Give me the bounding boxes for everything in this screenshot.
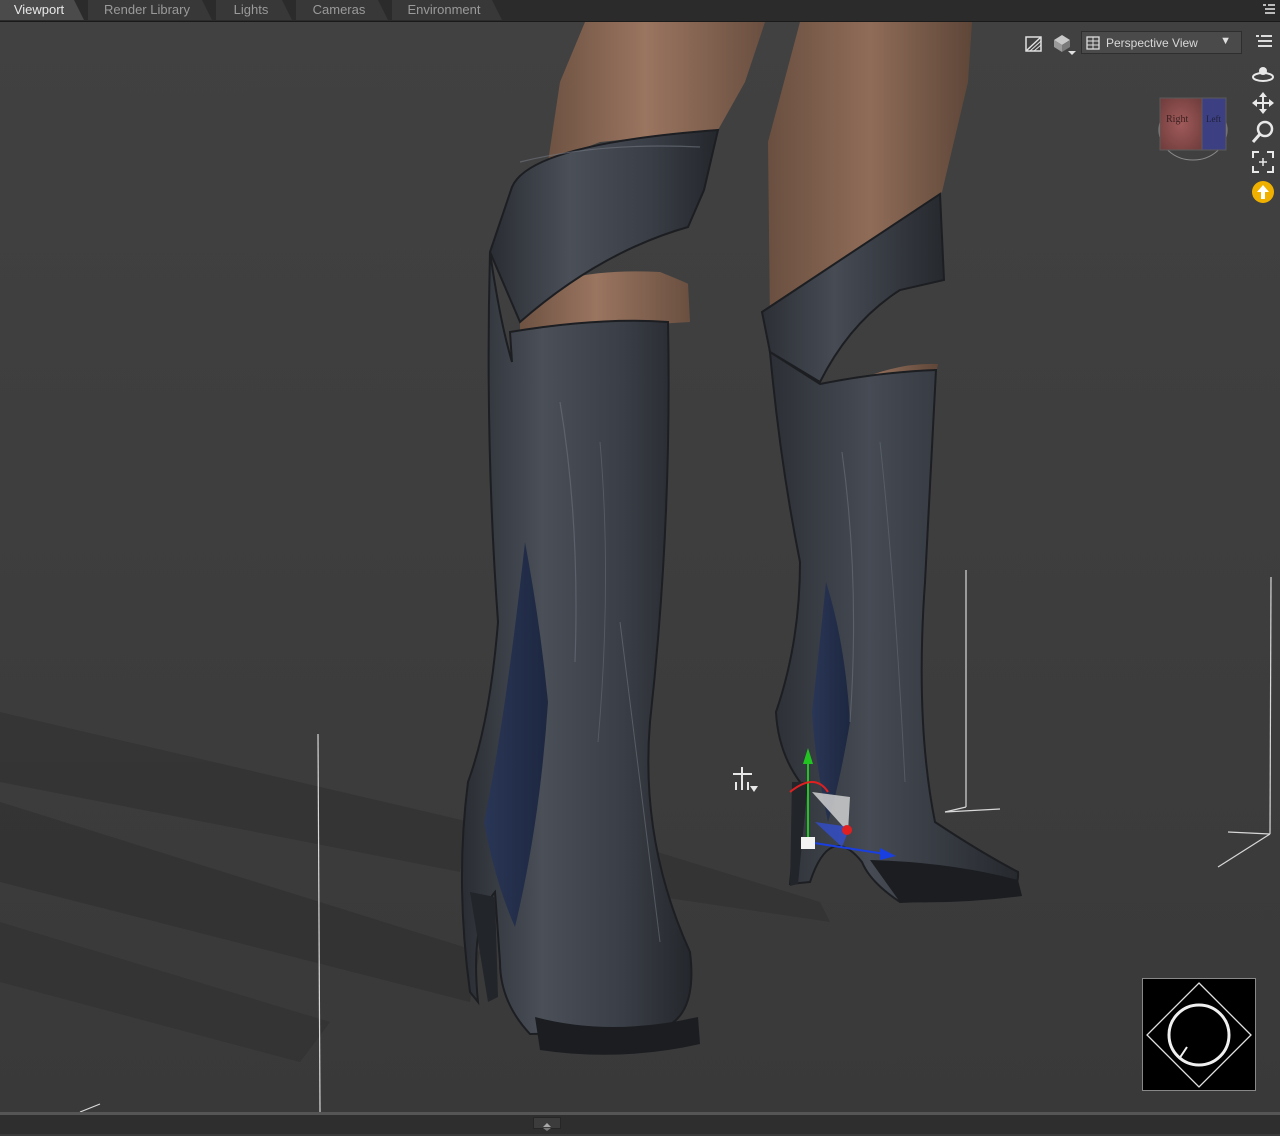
aux-viewport-preview[interactable] (1142, 978, 1256, 1091)
tab-cameras[interactable]: Cameras (296, 0, 388, 20)
viewport-menu-icon[interactable] (1254, 32, 1274, 52)
tab-cameras-label: Cameras (312, 2, 366, 17)
left-boot (460, 128, 720, 1055)
view-selector-value: Perspective View (1106, 36, 1198, 50)
grid-view-icon (1086, 36, 1100, 50)
display-options-icon[interactable] (1050, 30, 1078, 56)
tab-render-library[interactable]: Render Library (88, 0, 212, 20)
tab-environment-label: Environment (407, 2, 481, 17)
expand-arrows-icon (543, 1123, 551, 1131)
3d-viewport[interactable]: Perspective View ▼ Right Left (0, 22, 1280, 1112)
view-cube[interactable]: Right Left (1156, 94, 1230, 166)
view-selector-dropdown[interactable]: Perspective View ▼ (1081, 31, 1242, 54)
tab-environment[interactable]: Environment (392, 0, 502, 20)
aux-viewport-canvas (1146, 982, 1252, 1088)
tab-render-library-label: Render Library (104, 2, 190, 17)
viewport-scene (0, 22, 1272, 1112)
tab-lights[interactable]: Lights (216, 0, 292, 20)
viewport-bottom-bar (0, 1112, 1280, 1134)
tab-lights-label: Lights (233, 2, 269, 17)
draw-style-icon[interactable] (1024, 34, 1044, 54)
chevron-down-icon: ▼ (1220, 35, 1231, 47)
frame-icon[interactable] (1250, 149, 1276, 175)
tab-viewport[interactable]: Viewport (0, 0, 84, 20)
splitter-grip[interactable] (533, 1117, 561, 1131)
tab-viewport-label: Viewport (13, 2, 65, 17)
viewport-tab-bar: Viewport Render Library Lights Cameras E… (0, 0, 1280, 22)
zoom-icon[interactable] (1250, 119, 1276, 145)
view-cube-left-label: Left (1206, 114, 1221, 124)
view-cube-right-label: Right (1166, 114, 1188, 125)
aim-icon[interactable] (1250, 179, 1276, 205)
figure-root-icon[interactable] (733, 767, 758, 792)
right-boot (760, 192, 1022, 904)
pane-menu-icon[interactable] (1262, 2, 1276, 16)
orbit-icon[interactable] (1250, 62, 1276, 88)
pan-icon[interactable] (1250, 90, 1276, 116)
floor-shadows (0, 712, 830, 1062)
